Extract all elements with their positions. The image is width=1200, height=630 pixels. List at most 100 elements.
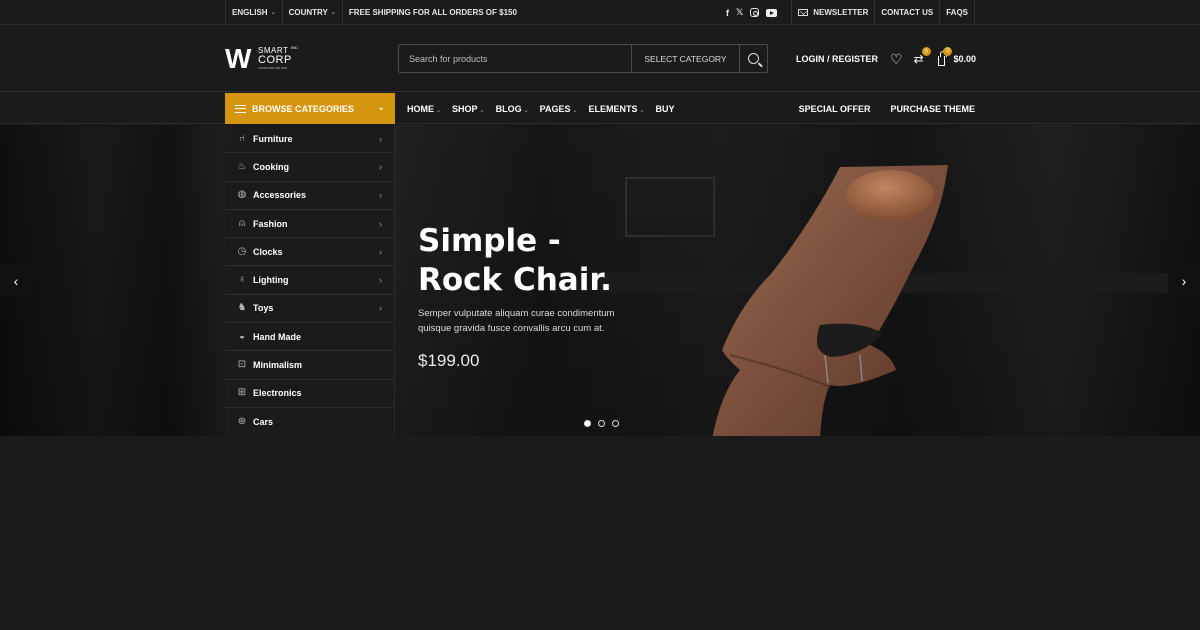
nav-pages-label: PAGES xyxy=(539,103,571,114)
x-icon[interactable]: 𝕏 xyxy=(736,7,743,18)
newsletter-link[interactable]: NEWSLETTER xyxy=(791,0,876,25)
wishlist-icon[interactable]: ♡ xyxy=(890,52,903,66)
category-item-cooking[interactable]: ♨ Cooking › xyxy=(225,153,394,182)
nav-buy[interactable]: BUY xyxy=(656,104,675,114)
secondary-menu: SPECIAL OFFER PURCHASE THEME xyxy=(799,93,975,124)
browse-categories-label: BROWSE CATEGORIES xyxy=(252,103,354,114)
slide-description: Semper vulputate aliquam curae condiment… xyxy=(418,308,615,334)
nav-purchase-theme[interactable]: PURCHASE THEME xyxy=(890,104,975,114)
category-label: Hand Made xyxy=(253,331,302,342)
nav-elements[interactable]: ELEMENTS ⌄ xyxy=(588,104,644,114)
hero-slider: Simple - Rock Chair. Semper vulputate al… xyxy=(0,125,1200,436)
category-label: Clocks xyxy=(253,246,283,257)
chevron-down-icon: ⌄ xyxy=(639,107,645,114)
search-input[interactable] xyxy=(399,45,631,72)
nav-blog-label: BLOG xyxy=(495,103,522,114)
handmade-icon: ◒ xyxy=(238,330,246,342)
category-label: Fashion xyxy=(253,218,288,229)
chevron-down-icon: ⌄ xyxy=(377,102,385,112)
chevron-right-icon: › xyxy=(379,246,382,257)
category-item-lighting[interactable]: ♁ Lighting › xyxy=(225,266,394,295)
primary-menu: HOME ⌄ SHOP ⌄ BLOG ⌄ PAGES ⌄ ELEMENTS ⌄ BUY xyxy=(407,93,675,124)
category-label: Accessories xyxy=(253,190,307,201)
search-button[interactable] xyxy=(739,45,767,72)
logo-line2: CORP xyxy=(258,54,292,66)
chevron-down-icon: ⌄ xyxy=(270,10,276,16)
chevron-right-icon: › xyxy=(379,275,382,286)
category-item-furniture[interactable]: ⑁ Furniture › xyxy=(225,125,394,154)
cart-total[interactable]: $0.00 xyxy=(953,54,976,64)
nav-special-offer[interactable]: SPECIAL OFFER xyxy=(799,104,871,114)
toy-icon: ♞ xyxy=(237,302,247,314)
category-item-clocks[interactable]: ◷ Clocks › xyxy=(225,238,394,267)
chevron-left-icon: ‹ xyxy=(13,273,19,289)
chevron-right-icon: › xyxy=(379,133,382,144)
category-item-accessories[interactable]: ◍ Accessories › xyxy=(225,182,394,210)
mail-icon xyxy=(798,9,809,16)
language-selector[interactable]: ENGLISH ⌄ xyxy=(225,0,283,25)
shipping-notice: FREE SHIPPING FOR ALL ORDERS OF $150 xyxy=(348,8,517,17)
site-header: W SMART CORP TOGETHER WE WIN INC SELECT … xyxy=(0,26,1200,92)
nav-home-label: HOME xyxy=(407,103,434,114)
category-select[interactable]: SELECT CATEGORY xyxy=(631,45,739,72)
electronics-icon: ⊞ xyxy=(237,387,247,399)
slider-dot-1[interactable] xyxy=(584,420,591,427)
slider-next-button[interactable]: › xyxy=(1168,265,1200,297)
site-logo[interactable]: W SMART CORP TOGETHER WE WIN INC xyxy=(225,44,305,74)
browse-categories-button[interactable]: BROWSE CATEGORIES ⌄ xyxy=(225,93,395,124)
youtube-icon[interactable] xyxy=(766,8,778,17)
login-register-link[interactable]: LOGIN / REGISTER xyxy=(796,54,878,64)
main-nav: BROWSE CATEGORIES ⌄ HOME ⌄ SHOP ⌄ BLOG ⌄ PA… xyxy=(0,93,1200,124)
clock-icon: ◷ xyxy=(237,245,247,257)
contact-link[interactable]: CONTACT US xyxy=(875,0,941,25)
chevron-right-icon: › xyxy=(379,303,382,314)
category-label: Furniture xyxy=(253,133,293,144)
instagram-icon[interactable] xyxy=(750,8,760,17)
nav-home[interactable]: HOME ⌄ xyxy=(407,104,441,114)
category-label: Electronics xyxy=(253,388,302,399)
chevron-down-icon: ⌄ xyxy=(330,10,336,16)
faqs-link[interactable]: FAQS xyxy=(940,0,975,25)
slide-title-line1: Simple - xyxy=(418,223,561,259)
category-item-fashion[interactable]: ⍝ Fashion › xyxy=(225,210,394,239)
chevron-right-icon: › xyxy=(379,161,382,172)
category-item-toys[interactable]: ♞ Toys › xyxy=(225,295,394,324)
search-bar: SELECT CATEGORY xyxy=(398,44,768,73)
cart-count-badge: 0 xyxy=(943,46,953,56)
slide-title: Simple - Rock Chair. xyxy=(418,222,678,300)
newsletter-label: NEWSLETTER xyxy=(813,8,869,17)
facebook-icon[interactable]: f xyxy=(726,8,729,18)
chevron-right-icon: › xyxy=(379,190,382,201)
chevron-down-icon: ⌄ xyxy=(523,107,529,114)
category-item-electronics[interactable]: ⊞ Electronics xyxy=(225,380,394,408)
category-label: Lighting xyxy=(253,275,289,286)
compare-count-badge: 0 xyxy=(921,47,931,56)
category-item-cars[interactable]: ⊛ Cars xyxy=(225,408,394,436)
chevron-down-icon: ⌄ xyxy=(572,107,578,114)
rock-chair-image xyxy=(712,165,948,436)
logo-mark: W xyxy=(225,43,251,74)
cart-icon[interactable]: 0 xyxy=(937,46,953,66)
nav-shop[interactable]: SHOP ⌄ xyxy=(452,104,485,114)
category-item-hand-made[interactable]: ◒ Hand Made xyxy=(225,323,394,352)
chevron-right-icon: › xyxy=(1181,273,1187,289)
slider-dot-2[interactable] xyxy=(598,420,605,427)
chevron-right-icon: › xyxy=(379,218,382,229)
slider-prev-button[interactable]: ‹ xyxy=(0,265,32,297)
category-label: Cooking xyxy=(253,161,289,172)
category-item-minimalism[interactable]: ⊡ Minimalism xyxy=(225,351,394,380)
nav-pages[interactable]: PAGES ⌄ xyxy=(540,104,578,114)
top-bar: ENGLISH ⌄ COUNTRY ⌄ FREE SHIPPING FOR ALL … xyxy=(0,0,1200,25)
minimal-icon: ⊡ xyxy=(237,359,247,371)
menu-icon xyxy=(235,104,246,113)
category-label: Cars xyxy=(253,417,274,428)
nav-blog[interactable]: BLOG ⌄ xyxy=(496,104,529,114)
slider-dot-3[interactable] xyxy=(612,420,619,427)
pot-icon: ♨ xyxy=(237,160,247,172)
social-links: f 𝕏 xyxy=(726,7,791,18)
category-label: Toys xyxy=(253,303,274,314)
slide-title-line2: Rock Chair. xyxy=(418,262,612,298)
nav-shop-label: SHOP xyxy=(452,103,478,114)
compare-icon[interactable]: ⇄ 0 xyxy=(914,47,931,66)
country-selector[interactable]: COUNTRY ⌄ xyxy=(283,0,343,25)
